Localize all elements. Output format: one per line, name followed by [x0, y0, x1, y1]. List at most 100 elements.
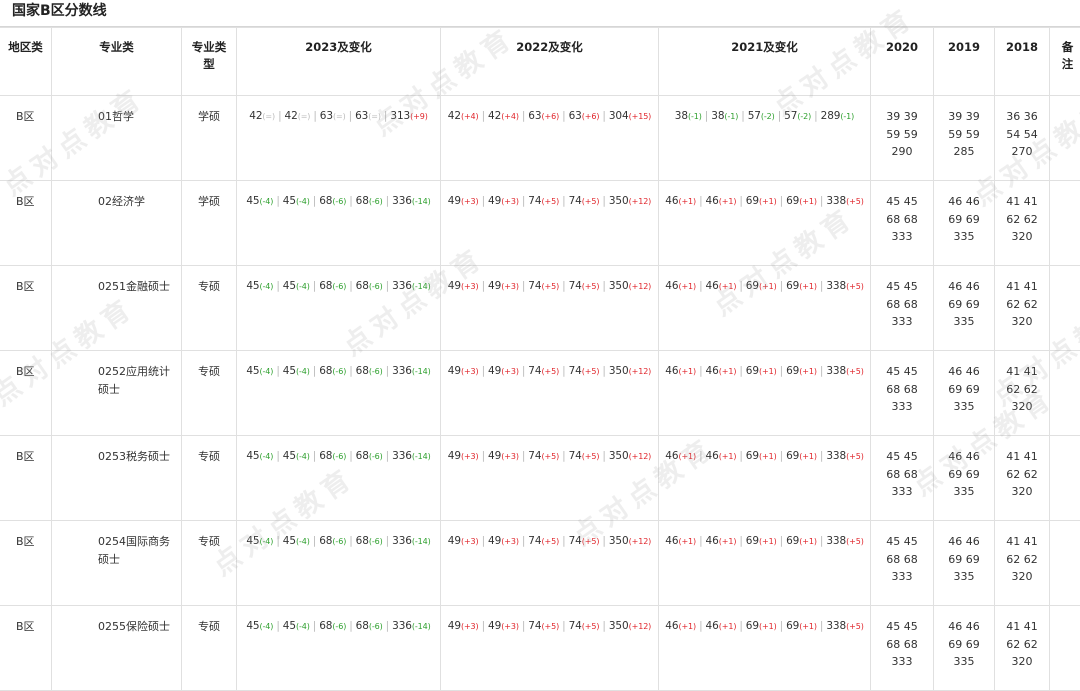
history-line: 41 41: [996, 448, 1048, 466]
score-delta: (+1): [678, 537, 696, 546]
separator: |: [739, 450, 742, 462]
history-cell-y2020: 45 4568 68333: [871, 266, 934, 351]
history-cell-y2019: 46 4669 69335: [934, 436, 995, 521]
score-cell-y2021: 46(+1)|46(+1)|69(+1)|69(+1)|338(+5): [659, 521, 871, 606]
separator: |: [522, 280, 525, 292]
separator: |: [602, 535, 605, 547]
separator: |: [562, 110, 565, 122]
score-delta: (+5): [582, 537, 600, 546]
score-value: 350: [609, 195, 629, 207]
score-value: 338: [826, 535, 846, 547]
score-value: 338: [826, 620, 846, 632]
score-cell-y2022: 42(+4)|42(+4)|63(+6)|63(+6)|304(+15): [441, 96, 659, 181]
score-delta: (+3): [461, 622, 479, 631]
table-row: B区0254国际商务硕士专硕45(-4)|45(-4)|68(-6)|68(-6…: [0, 521, 1080, 606]
score-delta: (+12): [629, 367, 652, 376]
score-delta: (-4): [259, 367, 273, 376]
score-cell-y2021: 38(-1)|38(-1)|57(-2)|57(-2)|289(-1): [659, 96, 871, 181]
score-delta: (+5): [582, 197, 600, 206]
score-value: 74: [528, 280, 541, 292]
history-line: 333: [872, 483, 932, 501]
score-delta: (+4): [461, 112, 479, 121]
score-delta: (+5): [541, 282, 559, 291]
score-value: 313: [390, 110, 410, 122]
score-value: 338: [826, 365, 846, 377]
score-cell-y2023: 45(-4)|45(-4)|68(-6)|68(-6)|336(-14): [237, 606, 441, 691]
score-line: 49(+3)|49(+3)|74(+5)|74(+5)|350(+12): [442, 448, 657, 466]
header-region: 地区类: [0, 28, 52, 96]
separator: |: [562, 195, 565, 207]
score-line: 49(+3)|49(+3)|74(+5)|74(+5)|350(+12): [442, 278, 657, 296]
score-value: 69: [746, 195, 759, 207]
score-delta: (=): [262, 112, 275, 121]
history-line: 69 69: [935, 381, 993, 399]
history-line: 68 68: [872, 381, 932, 399]
score-value: 74: [569, 280, 582, 292]
score-delta: (+12): [629, 622, 652, 631]
score-delta: (+15): [629, 112, 652, 121]
history-line: 45 45: [872, 363, 932, 381]
type-cell: 学硕: [182, 96, 237, 181]
score-delta: (+1): [759, 537, 777, 546]
score-delta: (+5): [846, 452, 864, 461]
history-line: 68 68: [872, 211, 932, 229]
score-delta: (+3): [501, 197, 519, 206]
score-value: 46: [665, 195, 678, 207]
separator: |: [386, 280, 389, 292]
history-line: 69 69: [935, 636, 993, 654]
separator: |: [739, 280, 742, 292]
score-value: 68: [356, 535, 369, 547]
score-delta: (-1): [724, 112, 738, 121]
score-value: 46: [706, 365, 719, 377]
score-value: 45: [246, 195, 259, 207]
score-value: 45: [246, 450, 259, 462]
separator: |: [313, 620, 316, 632]
score-value: 46: [706, 195, 719, 207]
score-value: 49: [448, 195, 461, 207]
score-delta: (-4): [259, 452, 273, 461]
score-value: 69: [746, 535, 759, 547]
score-delta: (+1): [799, 622, 817, 631]
history-line: 69 69: [935, 211, 993, 229]
separator: |: [522, 365, 525, 377]
history-line: 69 69: [935, 296, 993, 314]
score-value: 74: [569, 450, 582, 462]
separator: |: [820, 365, 823, 377]
separator: |: [699, 280, 702, 292]
score-value: 69: [786, 620, 799, 632]
score-delta: (-4): [259, 537, 273, 546]
score-delta: (+3): [501, 367, 519, 376]
separator: |: [562, 620, 565, 632]
score-delta: (+1): [678, 197, 696, 206]
separator: |: [739, 620, 742, 632]
history-line: 41 41: [996, 533, 1048, 551]
score-line: 45(-4)|45(-4)|68(-6)|68(-6)|336(-14): [238, 448, 439, 466]
separator: |: [522, 110, 525, 122]
separator: |: [386, 535, 389, 547]
score-line: 42(+4)|42(+4)|63(+6)|63(+6)|304(+15): [442, 108, 657, 126]
score-delta: (+5): [541, 367, 559, 376]
history-line: 62 62: [996, 551, 1048, 569]
score-delta: (+1): [799, 282, 817, 291]
score-value: 68: [356, 280, 369, 292]
history-line: 54 54: [996, 126, 1048, 144]
history-line: 41 41: [996, 618, 1048, 636]
history-line: 320: [996, 398, 1048, 416]
score-value: 74: [528, 195, 541, 207]
score-value: 49: [448, 365, 461, 377]
history-cell-y2018: 41 4162 62320: [995, 436, 1050, 521]
history-line: 68 68: [872, 636, 932, 654]
score-line: 45(-4)|45(-4)|68(-6)|68(-6)|336(-14): [238, 533, 439, 551]
header-2023: 2023及变化: [237, 28, 441, 96]
score-cell-y2021: 46(+1)|46(+1)|69(+1)|69(+1)|338(+5): [659, 351, 871, 436]
note-cell: [1050, 351, 1080, 436]
score-value: 63: [569, 110, 582, 122]
separator: |: [562, 365, 565, 377]
separator: |: [602, 450, 605, 462]
history-line: 69 69: [935, 466, 993, 484]
score-value: 336: [392, 450, 412, 462]
history-cell-y2020: 45 4568 68333: [871, 181, 934, 266]
score-value: 57: [748, 110, 761, 122]
separator: |: [386, 365, 389, 377]
separator: |: [741, 110, 744, 122]
